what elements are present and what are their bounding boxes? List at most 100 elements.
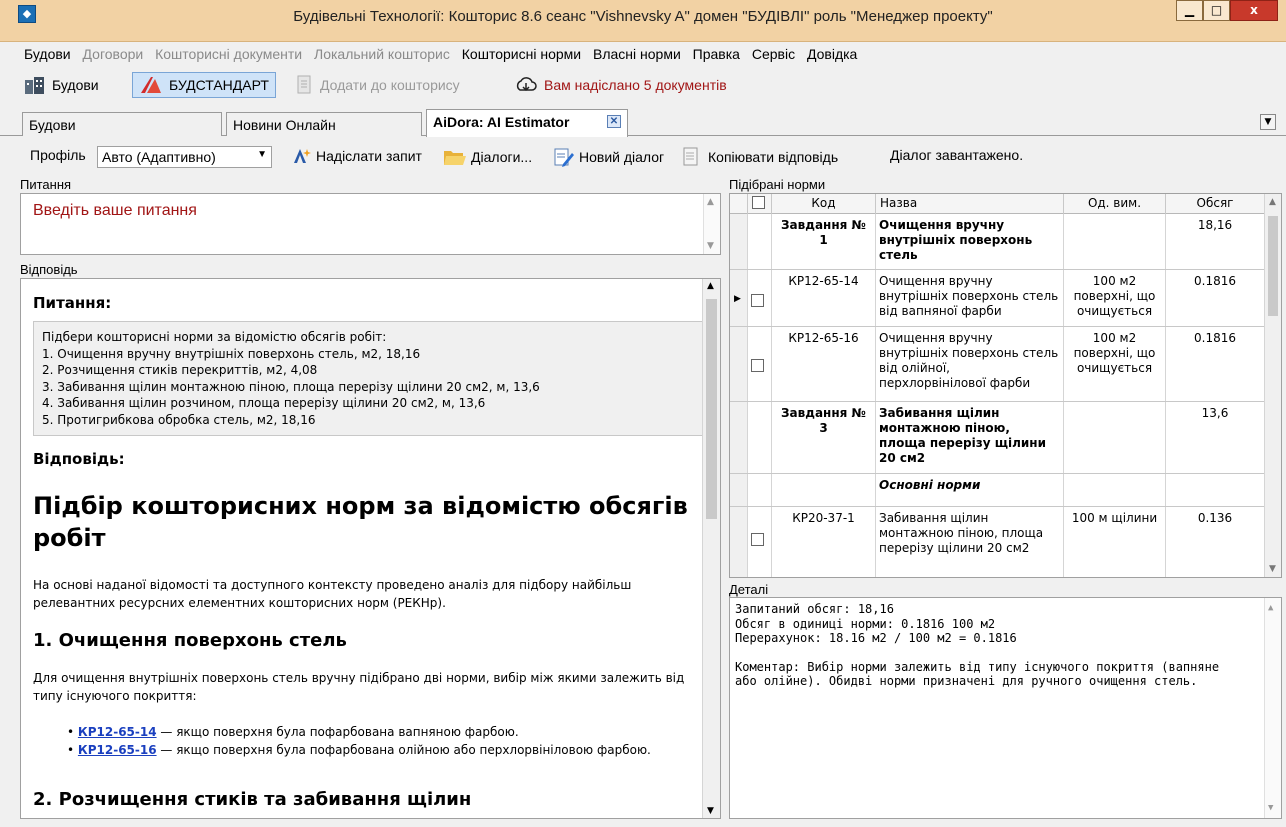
cell-unit: [1064, 402, 1166, 473]
tab-novyny-online[interactable]: Новини Онлайн: [226, 112, 422, 136]
table-row[interactable]: КР12-65-16 Очищення вручну внутрішніх по…: [730, 327, 1265, 402]
copy-answer-button[interactable]: Копіювати відповідь: [682, 147, 838, 167]
select-all-checkbox[interactable]: [752, 196, 765, 209]
scroll-thumb[interactable]: [706, 299, 717, 519]
menu-pravka[interactable]: Правка: [693, 42, 740, 66]
list-item-text: — якщо поверхня була пофарбована олійною…: [156, 743, 651, 757]
header-name[interactable]: Назва: [876, 194, 1064, 214]
cell-volume: 13,6: [1166, 402, 1265, 473]
documents-notice[interactable]: Вам надіслано 5 документів: [508, 72, 733, 98]
send-request-button[interactable]: Надіслати запит: [292, 147, 422, 165]
profile-label: Профіль: [30, 147, 86, 163]
ai-sparkle-icon: [294, 149, 311, 163]
question-line: 4. Забивання щілин розчином, площа перер…: [42, 396, 486, 410]
row-checkbox[interactable]: [751, 294, 764, 307]
row-checkbox[interactable]: [751, 359, 764, 372]
dialog-status: Діалог завантажено.: [890, 147, 1024, 163]
table-row[interactable]: Завдання № 1 Очищення вручну внутрішніх …: [730, 214, 1265, 270]
details-line: Перерахунок: 18.16 м2 / 100 м2 = 0.1816: [735, 631, 1017, 645]
scroll-up-icon[interactable]: ▲: [707, 197, 714, 207]
scroll-thumb[interactable]: [1268, 216, 1278, 316]
details-panel[interactable]: Запитаний обсяг: 18,16 Обсяг в одиниці н…: [729, 597, 1282, 819]
checkbox-cell: [748, 402, 772, 473]
menu-dovidka[interactable]: Довідка: [807, 42, 857, 66]
menu-koshtorysni-dokumenty[interactable]: Кошторисні документи: [155, 42, 302, 66]
menu-budovy[interactable]: Будови: [24, 42, 71, 66]
budstandart-label: БУДСТАНДАРТ: [169, 77, 269, 93]
question-line: 2. Розчищення стиків перекриттів, м2, 4,…: [42, 363, 318, 377]
cell-volume: [1166, 474, 1265, 506]
question-line: 3. Забивання щілин монтажною піною, площ…: [42, 379, 540, 394]
checkbox-cell: [748, 214, 772, 269]
question-line: 1. Очищення вручну внутрішніх поверхонь …: [42, 346, 421, 361]
scroll-up-icon[interactable]: ▲: [1268, 601, 1273, 616]
table-row[interactable]: КР20-37-1 Забивання щілин монтажною піно…: [730, 507, 1265, 577]
cell-unit: 100 м2 поверхні, що очищується: [1064, 270, 1166, 326]
budovy-button[interactable]: Будови: [18, 72, 105, 98]
scroll-down-icon[interactable]: ▼: [707, 241, 714, 251]
header-code[interactable]: Код: [772, 194, 876, 214]
table-row[interactable]: ▶ КР12-65-14 Очищення вручну внутрішніх …: [730, 270, 1265, 327]
document-add-icon: [297, 75, 311, 94]
question-line: 5. Протигрибкова обробка стель, м2, 18,1…: [42, 412, 316, 427]
norm-link[interactable]: КР12-65-14: [78, 725, 157, 739]
close-button[interactable]: x: [1230, 0, 1278, 21]
answer-title: Підбір кошторисних норм за відомістю обс…: [33, 492, 688, 552]
row-checkbox[interactable]: [751, 533, 764, 546]
details-label: Деталі: [729, 582, 769, 597]
answer-panel: Питання: Підбери кошторисні норми за від…: [20, 278, 721, 819]
cell-code: Завдання № 3: [772, 402, 876, 473]
menu-vlasni-normy[interactable]: Власні норми: [593, 42, 681, 66]
answer-scrollbar[interactable]: ▲ ▼: [702, 279, 720, 818]
add-to-estimate-button[interactable]: Додати до кошторису: [290, 72, 466, 98]
scroll-down-icon[interactable]: ▼: [1269, 564, 1276, 574]
details-scrollbar[interactable]: ▲ ▼: [1264, 598, 1281, 818]
tabs-dropdown-icon[interactable]: ▼: [1260, 114, 1276, 130]
cell-name: Забивання щілин монтажною піною, площа п…: [876, 507, 1064, 577]
row-header-corner: [730, 194, 748, 214]
tab-budovy[interactable]: Будови: [22, 112, 222, 136]
norm-link[interactable]: КР12-65-16: [78, 743, 157, 757]
menu-koshtorysni-normy[interactable]: Кошторисні норми: [462, 42, 581, 66]
answer-intro: На основі наданої відомості та доступног…: [33, 578, 632, 610]
menu-dohovory[interactable]: Договори: [83, 42, 144, 66]
list-item: • КР12-65-16 — якщо поверхня була пофарб…: [67, 743, 651, 757]
scroll-down-icon[interactable]: ▼: [1268, 801, 1273, 816]
answer-heading: Відповідь:: [33, 450, 125, 468]
scroll-up-icon[interactable]: ▲: [707, 281, 714, 291]
section-heading-2: 2. Розчищення стиків та забивання щілин: [33, 789, 472, 810]
header-volume[interactable]: Обсяг: [1166, 194, 1265, 214]
row-header: [730, 214, 748, 269]
grid-scrollbar[interactable]: ▲ ▼: [1264, 194, 1281, 577]
window-title: Будівельні Технології: Кошторис 8.6 сеан…: [293, 8, 993, 25]
question-input[interactable]: Введіть ваше питання ▲ ▼: [20, 193, 721, 255]
new-dialog-button[interactable]: Новий діалог: [553, 147, 664, 167]
header-unit[interactable]: Од. вим.: [1064, 194, 1166, 214]
list-item-text: — якщо поверхня була пофарбована вапняно…: [156, 725, 519, 739]
cell-name: Забивання щілин монтажною піною, площа п…: [876, 402, 1064, 473]
table-row[interactable]: Основні норми: [730, 474, 1265, 507]
scroll-up-icon[interactable]: ▲: [1269, 197, 1276, 207]
question-scrollbar[interactable]: ▲ ▼: [703, 194, 720, 254]
maximize-button[interactable]: □: [1203, 0, 1230, 21]
profile-select[interactable]: Авто (Адаптивно) ▼: [97, 146, 272, 168]
dialogs-button[interactable]: Діалоги...: [443, 147, 532, 167]
scroll-down-icon[interactable]: ▼: [707, 806, 714, 816]
close-tab-icon[interactable]: ✕: [607, 115, 621, 128]
menu-servis[interactable]: Сервіс: [752, 42, 795, 66]
cell-code: Завдання № 1: [772, 214, 876, 269]
cell-unit: [1064, 474, 1166, 506]
select-all-checkbox-cell[interactable]: [748, 194, 772, 214]
budstandart-logo-icon: [141, 77, 161, 93]
minimize-button[interactable]: ▁: [1176, 0, 1203, 21]
tab-aidora[interactable]: AiDora: AI Estimator ✕: [426, 109, 628, 137]
folder-open-icon: [444, 151, 466, 165]
chevron-down-icon: ▼: [257, 149, 267, 160]
checkbox-cell: [748, 327, 772, 401]
cell-code: [772, 474, 876, 506]
menu-lokalnyi-koshtorys[interactable]: Локальний кошторис: [314, 42, 450, 66]
table-row[interactable]: Завдання № 3 Забивання щілин монтажною п…: [730, 402, 1265, 474]
menu-bar: Будови Договори Кошторисні документи Лок…: [0, 42, 1286, 66]
budstandart-button[interactable]: БУДСТАНДАРТ: [132, 72, 276, 98]
cell-code: КР12-65-14: [772, 270, 876, 326]
